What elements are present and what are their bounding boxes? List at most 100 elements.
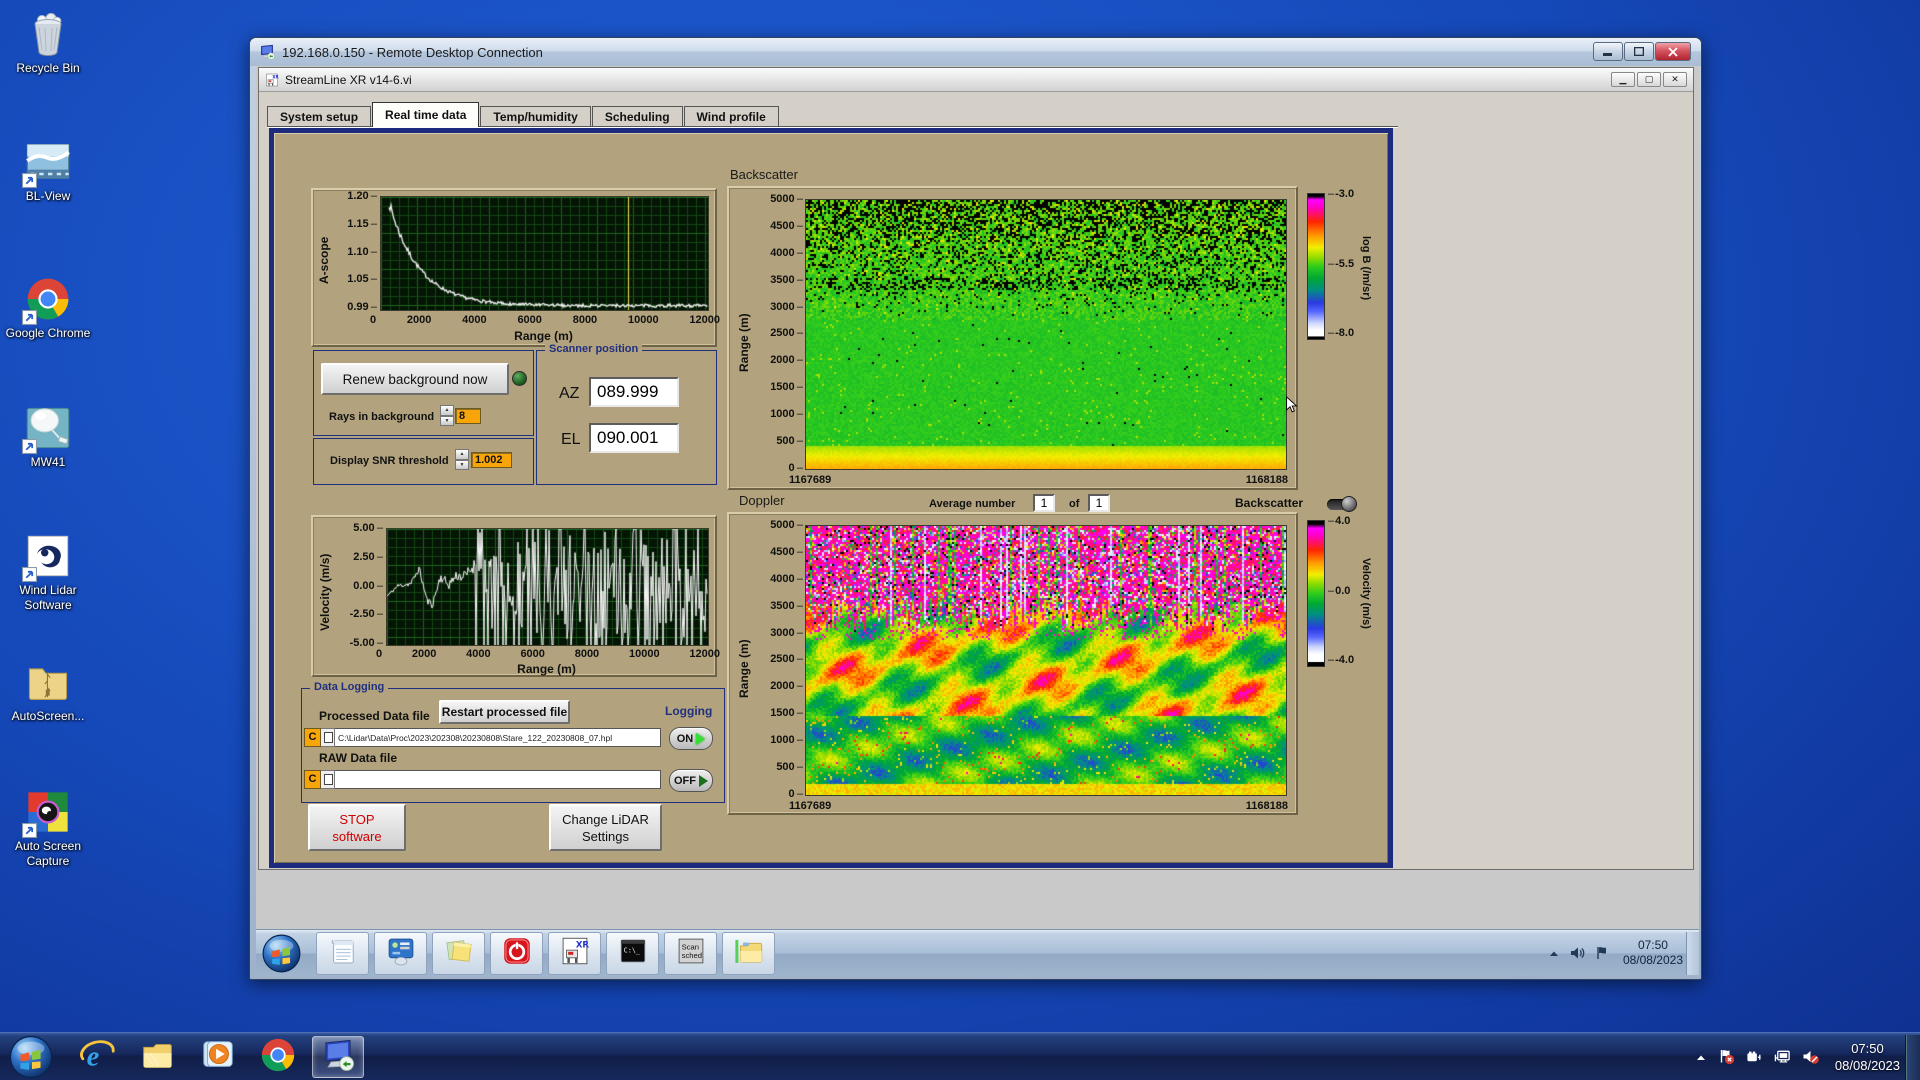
tick-label: 1500: [770, 382, 803, 393]
remote-taskbar-button-notepad[interactable]: [316, 932, 369, 975]
tick-label: -2.50: [350, 609, 383, 620]
backscatter-colorbar: [1307, 193, 1325, 340]
desktop-icon-label: Google Chrome: [5, 326, 91, 340]
desktop-icon-google-chrome[interactable]: Google Chrome: [0, 275, 96, 341]
backscatter-toggle[interactable]: [1327, 496, 1357, 512]
remote-taskbar-button-display-settings[interactable]: [374, 932, 427, 975]
notepad-icon: [326, 934, 360, 973]
raw-path-field[interactable]: [335, 770, 661, 789]
average-count-field[interactable]: 1: [1088, 494, 1110, 512]
processed-path-field[interactable]: C:\Lidar\Data\Proc\2023\202308\20230808\…: [335, 728, 661, 747]
power-battery-icon[interactable]: [1746, 1048, 1763, 1065]
of-label: of: [1069, 498, 1080, 510]
processed-logging-on-button[interactable]: ON: [669, 727, 713, 750]
ascope-x-label: Range (m): [514, 329, 573, 343]
doppler-plot: [805, 525, 1287, 796]
rdp-minimize-button[interactable]: [1593, 42, 1623, 61]
tick-label: 3000: [770, 627, 803, 639]
command-prompt-icon: C:\_: [616, 934, 650, 973]
rdp-window-title: 192.168.0.150 - Remote Desktop Connectio…: [282, 44, 543, 60]
remote-start-button[interactable]: [261, 933, 302, 974]
app-close-button[interactable]: ✕: [1663, 72, 1687, 87]
app-maximize-button[interactable]: ▢: [1637, 72, 1661, 87]
tick-label: 2000: [411, 648, 437, 660]
data-logging-groupbox: Data Logging Processed Data file Restart…: [301, 681, 725, 803]
rays-spinner[interactable]: [440, 405, 454, 426]
app-minimize-button[interactable]: ▁: [1611, 72, 1635, 87]
drive-letter-badge[interactable]: C: [304, 728, 321, 747]
remote-taskbar-button-command-prompt[interactable]: C:\_: [606, 932, 659, 975]
show-desktop-button[interactable]: [1905, 1035, 1920, 1080]
rays-value-field[interactable]: 8: [455, 408, 481, 424]
taskbar-button-media-player[interactable]: [192, 1036, 244, 1078]
speaker-muted-icon[interactable]: [1802, 1048, 1819, 1065]
tick-label: 3500: [770, 274, 803, 286]
shortcut-arrow-icon: [22, 439, 37, 454]
snr-value-field[interactable]: 1.002: [471, 452, 512, 468]
backscatter-colorbar-ticks: -3.0 -5.5 -8.0: [1328, 189, 1354, 339]
raw-logging-off-button[interactable]: OFF: [669, 769, 713, 792]
svg-text:C:\_: C:\_: [623, 947, 640, 955]
path-type-icon[interactable]: [321, 770, 335, 789]
desktop-icon-bl-view[interactable]: BL-View: [0, 138, 96, 204]
drive-letter-badge[interactable]: C: [304, 770, 321, 789]
desktop-icon-label: MW41: [30, 455, 66, 469]
desktop-icon-mw41[interactable]: MW41: [0, 404, 96, 470]
action-center-flag-icon[interactable]: [1594, 945, 1610, 961]
desktop-icon-label: Recycle Bin: [16, 61, 80, 75]
rdp-close-button[interactable]: [1655, 42, 1691, 61]
backscatter-y-axis: 5000450040003500300025002000150010005000: [759, 194, 803, 474]
desktop-icon-auto-screen-capture[interactable]: Auto Screen Capture: [0, 788, 96, 869]
snr-spinner[interactable]: [455, 449, 469, 470]
desktop-icon-label: BL-View: [25, 189, 71, 203]
desktop-icon-wind-lidar-software[interactable]: Wind Lidar Software: [0, 532, 96, 613]
speaker-icon[interactable]: [1569, 945, 1585, 961]
tab-real-time-data[interactable]: Real time data: [372, 102, 480, 127]
remote-show-desktop-button[interactable]: [1686, 932, 1699, 975]
rdp-icon: [319, 1036, 357, 1079]
recycle-bin-icon: [24, 10, 72, 58]
taskbar-button-rdp[interactable]: [312, 1036, 364, 1078]
backscatter-title: Backscatter: [730, 167, 798, 182]
desktop-icon-autoscreen[interactable]: AutoScreen...: [0, 658, 96, 724]
tick-label: 0: [376, 648, 383, 660]
path-type-icon[interactable]: [321, 728, 335, 747]
restart-processed-file-button[interactable]: Restart processed file: [439, 700, 570, 724]
tick-label: 1.05: [347, 274, 377, 285]
network-icon[interactable]: [1774, 1048, 1791, 1065]
start-button[interactable]: [8, 1034, 54, 1080]
remote-taskbar-button-power-button[interactable]: [490, 932, 543, 975]
clock[interactable]: 07:50 08/08/2023: [1835, 1040, 1900, 1074]
rdp-maximize-button[interactable]: [1624, 42, 1654, 61]
chevron-up-icon[interactable]: [1548, 947, 1560, 959]
explorer-icon: [139, 1036, 177, 1079]
average-number-field[interactable]: 1: [1033, 494, 1055, 512]
tab-temp-humidity[interactable]: Temp/humidity: [480, 106, 591, 127]
taskbar-button-ie[interactable]: e: [72, 1036, 124, 1078]
tab-wind-profile[interactable]: Wind profile: [683, 106, 779, 127]
tab-system-setup[interactable]: System setup: [267, 106, 372, 127]
doppler-colorbar-ticks: 4.0 0.0 -4.0: [1328, 516, 1354, 666]
background-groupbox: Renew background now Rays in background …: [313, 350, 534, 436]
remote-clock[interactable]: 07:50 08/08/2023: [1623, 938, 1683, 968]
change-lidar-settings-button[interactable]: Change LiDAR Settings: [549, 804, 662, 851]
stop-software-button[interactable]: STOP software: [308, 804, 406, 851]
taskbar-button-chrome[interactable]: [252, 1036, 304, 1078]
tick-label: 6000: [517, 314, 542, 326]
tick-label: 3500: [770, 600, 803, 612]
az-value-field[interactable]: 089.999: [589, 377, 679, 407]
app-titlebar[interactable]: XR StreamLine XR v14-6.vi ▁ ▢ ✕: [259, 68, 1693, 92]
desktop-icon-recycle-bin[interactable]: Recycle Bin: [0, 10, 96, 76]
remote-taskbar-button-sticky-notes[interactable]: [432, 932, 485, 975]
chevron-up-icon[interactable]: [1695, 1051, 1707, 1063]
ascope-plot: [380, 196, 709, 311]
renew-background-button[interactable]: Renew background now: [321, 363, 509, 395]
remote-taskbar-button-labview-xr[interactable]: XR: [548, 932, 601, 975]
tab-scheduling[interactable]: Scheduling: [591, 106, 683, 127]
taskbar-button-explorer[interactable]: [132, 1036, 184, 1078]
action-center-alert-icon[interactable]: [1718, 1048, 1735, 1065]
remote-taskbar-button-scan-sched[interactable]: Scan sched: [664, 932, 717, 975]
remote-taskbar-button-folder[interactable]: [722, 932, 775, 975]
el-value-field[interactable]: 090.001: [589, 423, 679, 453]
rdp-titlebar[interactable]: 192.168.0.150 - Remote Desktop Connectio…: [250, 38, 1701, 66]
